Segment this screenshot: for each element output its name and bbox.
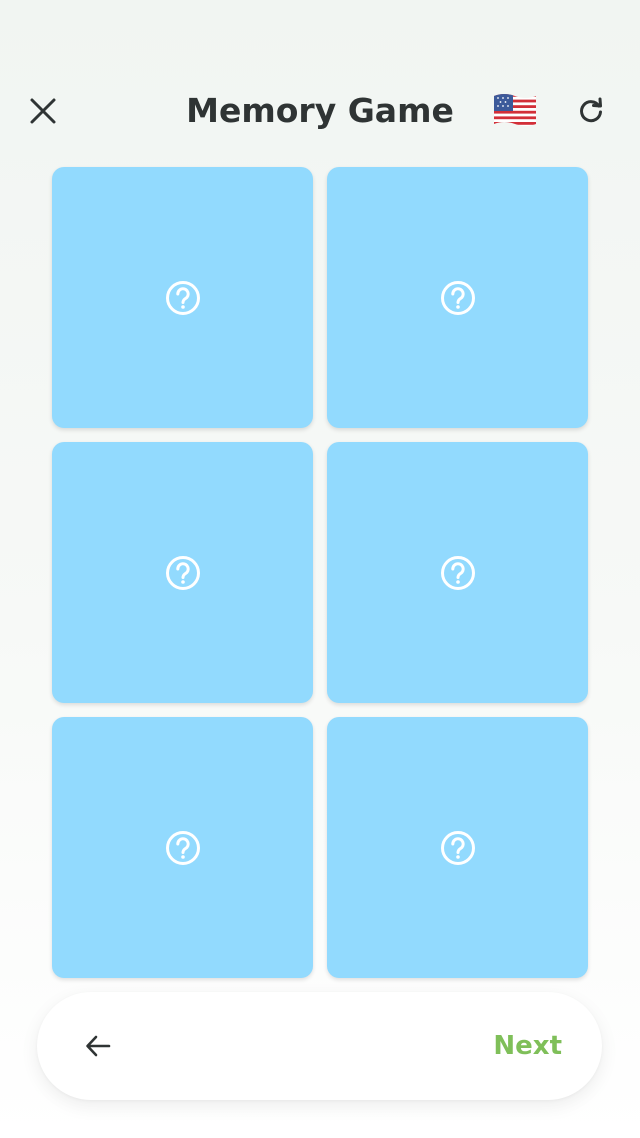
page-title: Memory Game	[186, 91, 454, 130]
question-circle-icon	[440, 555, 475, 590]
memory-card-2[interactable]	[327, 167, 588, 428]
memory-card-5[interactable]	[52, 717, 313, 978]
question-circle-icon	[165, 555, 200, 590]
bottom-navigation-bar: Next	[37, 992, 602, 1100]
question-circle-icon	[165, 830, 200, 865]
refresh-icon	[580, 97, 602, 123]
memory-card-3[interactable]	[52, 442, 313, 703]
memory-card-6[interactable]	[327, 717, 588, 978]
card-grid	[52, 167, 588, 978]
refresh-button[interactable]	[570, 90, 612, 132]
next-button[interactable]: Next	[493, 1028, 562, 1064]
question-circle-icon	[165, 280, 200, 315]
question-circle-icon	[440, 280, 475, 315]
arrow-left-icon	[86, 1035, 111, 1057]
memory-card-1[interactable]	[52, 167, 313, 428]
language-button[interactable]	[492, 92, 538, 128]
us-flag-icon	[494, 94, 536, 126]
question-circle-icon	[440, 830, 475, 865]
back-button[interactable]	[77, 1025, 119, 1067]
memory-card-4[interactable]	[327, 442, 588, 703]
header-bar: Memory Game	[0, 70, 640, 150]
